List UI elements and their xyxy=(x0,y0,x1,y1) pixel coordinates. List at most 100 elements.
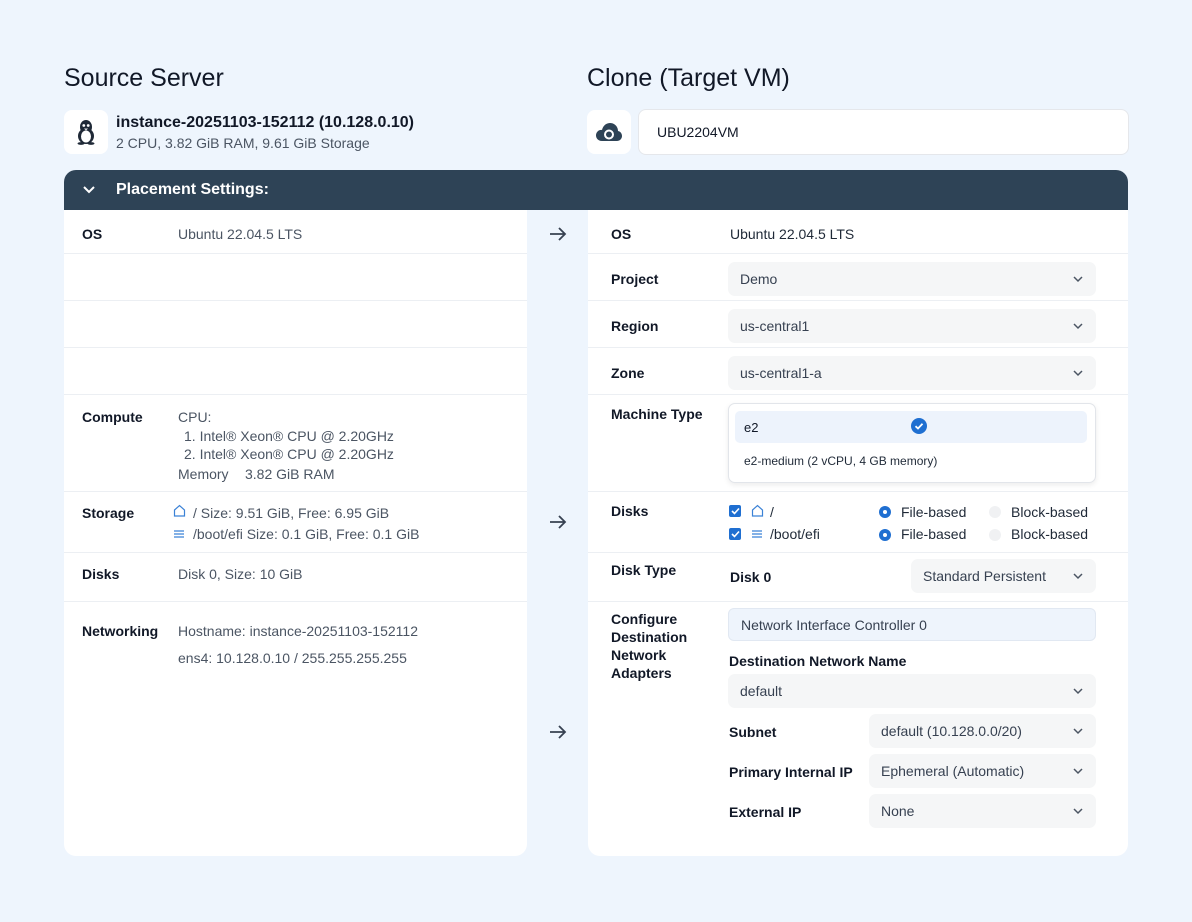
file-based-radio[interactable] xyxy=(879,506,891,518)
home-icon xyxy=(173,504,186,522)
block-based-radio[interactable] xyxy=(989,529,1001,541)
destination-network-value: default xyxy=(740,683,783,699)
source-storage-row: Storage / Size: 9.51 GiB, Free: 6.95 GiB… xyxy=(64,492,527,553)
machine-type-selected-option[interactable]: e2 xyxy=(735,411,1087,443)
subnet-select[interactable]: default (10.128.0.0/20) xyxy=(869,714,1096,748)
file-based-radio[interactable] xyxy=(879,529,891,541)
chevron-down-icon xyxy=(1072,725,1084,737)
source-os-value: Ubuntu 22.04.5 LTS xyxy=(178,226,303,242)
disk-type-row: Disk Type Disk 0 Standard Persistent xyxy=(588,553,1128,602)
hostname-value: Hostname: instance-20251103-152112 xyxy=(178,623,418,639)
external-ip-label: External IP xyxy=(729,804,802,820)
memory-label: Memory xyxy=(178,466,229,482)
region-select[interactable]: us-central1 xyxy=(728,309,1096,343)
source-os-row: OS Ubuntu 22.04.5 LTS xyxy=(64,210,527,254)
project-row: Project Demo xyxy=(588,254,1128,301)
source-networking-label: Networking xyxy=(82,623,159,639)
disk-path: / xyxy=(770,504,774,520)
target-os-value: Ubuntu 22.04.5 LTS xyxy=(730,226,855,242)
external-ip-select[interactable]: None xyxy=(869,794,1096,828)
destination-network-select[interactable]: default xyxy=(728,674,1096,708)
source-server-name: instance-20251103-152112 (10.128.0.10) xyxy=(116,114,415,131)
subnet-value: default (10.128.0.0/20) xyxy=(881,723,1022,739)
chevron-down-icon xyxy=(1072,805,1084,817)
network-interface-tab[interactable]: Network Interface Controller 0 xyxy=(728,608,1096,641)
source-compute-row: Compute CPU: 1. Intel® Xeon® CPU @ 2.20G… xyxy=(64,395,527,492)
machine-type-option[interactable]: e2-medium (2 vCPU, 4 GB memory) xyxy=(744,454,937,468)
region-row: Region us-central1 xyxy=(588,301,1128,348)
zone-select[interactable]: us-central1-a xyxy=(728,356,1096,390)
zone-label: Zone xyxy=(611,365,645,381)
machine-type-label: Machine Type xyxy=(611,406,703,422)
vm-name-input[interactable]: UBU2204VM xyxy=(638,109,1129,155)
placement-settings-title: Placement Settings: xyxy=(116,181,269,198)
storage-item: /boot/efi Size: 0.1 GiB, Free: 0.1 GiB xyxy=(193,526,420,542)
network-label-line: Configure xyxy=(611,611,678,627)
file-based-label: File-based xyxy=(901,526,967,542)
internal-ip-value: Ephemeral (Automatic) xyxy=(881,763,1025,779)
chevron-down-icon xyxy=(1072,320,1084,332)
cpu-item: 1. Intel® Xeon® CPU @ 2.20GHz xyxy=(184,428,394,444)
disk-checkbox[interactable] xyxy=(729,528,741,540)
empty-row xyxy=(64,254,527,301)
machine-type-selected: e2 xyxy=(744,419,759,435)
cpu-item: 2. Intel® Xeon® CPU @ 2.20GHz xyxy=(184,446,394,462)
chevron-down-icon xyxy=(1072,570,1084,582)
source-details-panel: OS Ubuntu 22.04.5 LTS Compute CPU: 1. In… xyxy=(64,210,527,856)
chevron-down-icon xyxy=(1072,765,1084,777)
empty-row xyxy=(64,348,527,395)
interface-value: ens4: 10.128.0.10 / 255.255.255.255 xyxy=(178,650,407,666)
block-based-radio[interactable] xyxy=(989,506,1001,518)
internal-ip-select[interactable]: Ephemeral (Automatic) xyxy=(869,754,1096,788)
arrow-right-icon xyxy=(548,512,568,532)
zone-row: Zone us-central1-a xyxy=(588,348,1128,395)
network-label-line: Network xyxy=(611,647,667,663)
placement-settings-header[interactable]: Placement Settings: xyxy=(64,170,1128,210)
region-label: Region xyxy=(611,318,659,334)
memory-value: 3.82 GiB RAM xyxy=(245,466,335,482)
source-storage-label: Storage xyxy=(82,505,135,521)
file-based-label: File-based xyxy=(901,504,967,520)
block-based-label: Block-based xyxy=(1011,526,1089,542)
chevron-down-icon xyxy=(1072,273,1084,285)
region-value: us-central1 xyxy=(740,318,810,334)
block-based-label: Block-based xyxy=(1011,504,1089,520)
disk-type-select[interactable]: Standard Persistent xyxy=(911,559,1096,593)
chevron-down-icon xyxy=(1072,685,1084,697)
machine-type-dropdown[interactable]: e2 e2-medium (2 vCPU, 4 GB memory) xyxy=(728,403,1096,483)
zone-value: us-central1-a xyxy=(740,365,822,381)
destination-network-label: Destination Network Name xyxy=(729,653,907,669)
project-label: Project xyxy=(611,271,659,287)
source-heading: Source Server xyxy=(64,64,224,92)
storage-item: / Size: 9.51 GiB, Free: 6.95 GiB xyxy=(193,505,390,521)
check-circle-icon xyxy=(911,417,1078,437)
network-adapters-label: Configure Destination Network Adapters xyxy=(611,610,687,682)
list-icon xyxy=(751,527,763,545)
disk-type-value: Standard Persistent xyxy=(923,568,1046,584)
project-select[interactable]: Demo xyxy=(728,262,1096,296)
source-disks-value: Disk 0, Size: 10 GiB xyxy=(178,566,303,582)
source-disks-label: Disks xyxy=(82,566,120,582)
chevron-down-icon xyxy=(1072,367,1084,379)
source-os-label: OS xyxy=(82,226,103,242)
network-label-line: Destination xyxy=(611,629,688,645)
arrow-right-icon xyxy=(548,722,568,742)
project-value: Demo xyxy=(740,271,778,287)
disk-type-label: Disk Type xyxy=(611,562,677,578)
source-networking-row: Networking Hostname: instance-20251103-1… xyxy=(64,602,527,856)
source-compute-label: Compute xyxy=(82,409,143,425)
disk-checkbox[interactable] xyxy=(729,505,741,517)
cpu-label: CPU: xyxy=(178,409,212,425)
source-server-specs: 2 CPU, 3.82 GiB RAM, 9.61 GiB Storage xyxy=(116,135,370,151)
source-disks-row: Disks Disk 0, Size: 10 GiB xyxy=(64,553,527,602)
internal-ip-label: Primary Internal IP xyxy=(729,764,853,780)
network-label-line: Adapters xyxy=(611,665,672,681)
target-settings-panel: OS Ubuntu 22.04.5 LTS Project Demo Regio… xyxy=(588,210,1128,856)
target-heading: Clone (Target VM) xyxy=(587,64,790,92)
target-disks-row: Disks / File-based Block-based /boot/efi… xyxy=(588,492,1128,553)
subnet-label: Subnet xyxy=(729,724,777,740)
chevron-down-icon[interactable] xyxy=(82,183,96,197)
arrow-right-icon xyxy=(548,224,568,244)
target-os-row: OS Ubuntu 22.04.5 LTS xyxy=(588,210,1128,254)
linux-penguin-icon xyxy=(64,110,108,154)
